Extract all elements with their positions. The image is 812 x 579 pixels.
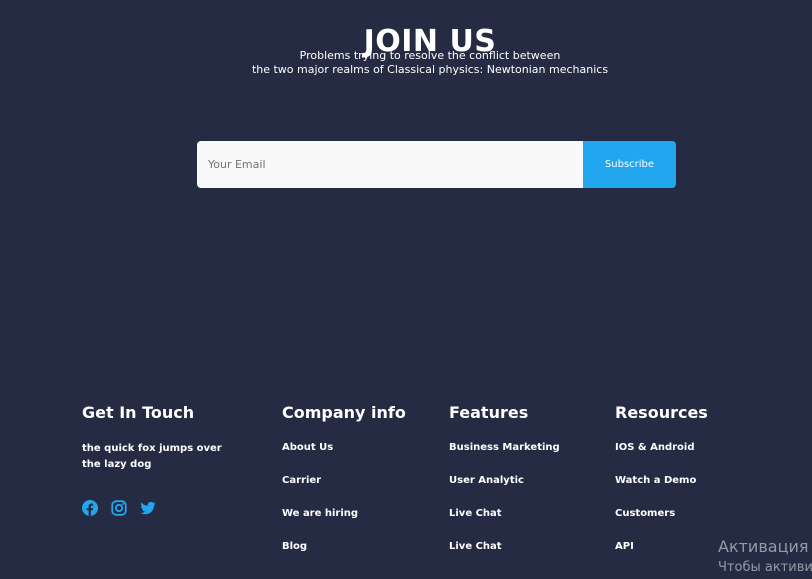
footer-link-we-are-hiring[interactable]: We are hiring (282, 507, 358, 540)
footer-column-resources: Resources IOS & Android Watch a Demo Cus… (615, 403, 708, 552)
footer-link-label[interactable]: Live Chat (449, 541, 502, 552)
footer-link-about-us[interactable]: About Us (282, 441, 358, 474)
footer-link-ios-android[interactable]: IOS & Android (615, 441, 696, 474)
footer-link-label[interactable]: We are hiring (282, 508, 358, 519)
resources-links: IOS & Android Watch a Demo Customers API (615, 441, 696, 573)
footer-link-label[interactable]: Carrier (282, 475, 321, 486)
windows-activation-watermark: Активация Чтобы активи (718, 536, 812, 578)
footer-link-label[interactable]: IOS & Android (615, 442, 695, 453)
page: JOIN US Problems trying to resolve the c… (0, 0, 812, 579)
join-subtitle-line-1: Problems trying to resolve the conflict … (299, 49, 561, 62)
company-info-title: Company info (282, 403, 406, 422)
twitter-icon[interactable] (140, 500, 156, 516)
footer-link-label[interactable]: Blog (282, 541, 307, 552)
footer-link-carrier[interactable]: Carrier (282, 474, 358, 507)
footer-link-label[interactable]: Watch a Demo (615, 475, 696, 486)
get-in-touch-text: the quick fox jumps over the lazy dog (82, 443, 222, 470)
subscribe-button[interactable]: Subscribe (583, 141, 676, 188)
get-in-touch-title: Get In Touch (82, 403, 195, 422)
footer-link-label[interactable]: API (615, 541, 634, 552)
email-input[interactable] (197, 141, 583, 188)
footer-link-label[interactable]: User Analytic (449, 475, 524, 486)
footer-link-label[interactable]: Customers (615, 508, 675, 519)
footer-link-api[interactable]: API (615, 540, 696, 573)
footer-link-label[interactable]: About Us (282, 442, 333, 453)
watermark-line-2: Чтобы активи (718, 560, 812, 575)
resources-title: Resources (615, 403, 708, 422)
footer-link-user-analytic[interactable]: User Analytic (449, 474, 560, 507)
footer-link-live-chat[interactable]: Live Chat (449, 507, 560, 540)
watermark-line-1: Активация (718, 537, 809, 556)
join-subtitle-line-2: the two major realms of Classical physic… (251, 63, 609, 76)
facebook-icon[interactable] (82, 500, 98, 516)
join-subtitle: Problems trying to resolve the conflict … (0, 49, 812, 77)
footer-link-live-chat-2[interactable]: Live Chat (449, 540, 560, 573)
footer-link-blog[interactable]: Blog (282, 540, 358, 573)
features-links: Business Marketing User Analytic Live Ch… (449, 441, 560, 573)
footer-link-label[interactable]: Business Marketing (449, 442, 560, 453)
footer-column-features: Features Business Marketing User Analyti… (449, 403, 560, 552)
footer-link-business-marketing[interactable]: Business Marketing (449, 441, 560, 474)
features-title: Features (449, 403, 529, 422)
footer-link-label[interactable]: Live Chat (449, 508, 502, 519)
company-info-links: About Us Carrier We are hiring Blog (282, 441, 358, 573)
instagram-icon[interactable] (111, 500, 127, 516)
footer-link-watch-demo[interactable]: Watch a Demo (615, 474, 696, 507)
footer-link-customers[interactable]: Customers (615, 507, 696, 540)
footer-column-company-info: Company info About Us Carrier We are hir… (282, 403, 406, 552)
subscribe-form: Subscribe (197, 141, 676, 188)
footer-column-get-in-touch: Get In Touch the quick fox jumps over th… (82, 403, 222, 516)
social-links (82, 500, 156, 516)
